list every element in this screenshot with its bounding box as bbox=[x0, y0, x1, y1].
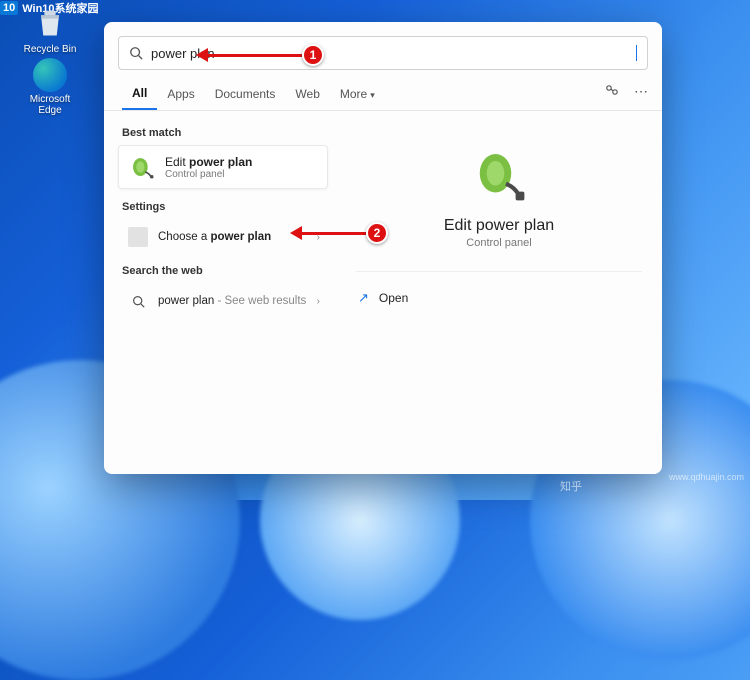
annotation-arrow bbox=[300, 232, 366, 235]
open-icon: ↗ bbox=[358, 290, 369, 306]
preview-subtitle: Control panel bbox=[356, 237, 642, 249]
section-best-match: Best match bbox=[122, 127, 324, 139]
power-plan-icon bbox=[471, 147, 527, 203]
tab-all[interactable]: All bbox=[122, 78, 157, 110]
result-web-search[interactable]: power plan - See web results › bbox=[118, 283, 328, 319]
win10-logo-icon: 10 bbox=[0, 1, 18, 15]
watermark-zhihu: 知乎 bbox=[560, 478, 582, 494]
best-match-result[interactable]: Edit power plan Control panel bbox=[118, 145, 328, 189]
result-label: Choose a power plan bbox=[158, 231, 271, 243]
search-icon bbox=[129, 46, 143, 60]
chevron-down-icon: ▾ bbox=[370, 90, 375, 100]
section-search-web: Search the web bbox=[122, 265, 324, 277]
text-caret bbox=[636, 45, 637, 61]
search-options-icon[interactable] bbox=[604, 82, 620, 101]
desktop-icon-edge[interactable]: Microsoft Edge bbox=[18, 58, 82, 116]
best-match-subtitle: Control panel bbox=[165, 169, 252, 180]
best-match-title: Edit power plan bbox=[165, 155, 252, 169]
search-input[interactable] bbox=[151, 46, 635, 61]
search-icon bbox=[128, 291, 148, 311]
preview-title: Edit power plan bbox=[356, 217, 642, 235]
results-preview-pane: Edit power plan Control panel ↗ Open bbox=[336, 111, 662, 474]
tab-documents[interactable]: Documents bbox=[205, 79, 286, 109]
recycle-bin-icon bbox=[30, 2, 70, 42]
divider bbox=[356, 271, 642, 272]
edge-icon bbox=[33, 58, 67, 92]
tab-more[interactable]: More▾ bbox=[330, 79, 385, 109]
desktop-icon-recycle-bin[interactable]: Recycle Bin bbox=[18, 2, 82, 55]
preview-open-label: Open bbox=[379, 291, 408, 305]
annotation-badge-1: 1 bbox=[302, 44, 324, 66]
annotation-badge-2: 2 bbox=[366, 222, 388, 244]
desktop-icon-label: Recycle Bin bbox=[18, 44, 82, 55]
filter-tabs: All Apps Documents Web More▾ ⋯ bbox=[104, 78, 662, 111]
more-options-icon[interactable]: ⋯ bbox=[634, 83, 648, 100]
result-label: power plan - See web results bbox=[158, 295, 306, 307]
results-left-pane: Best match Edit power plan Control panel… bbox=[104, 111, 336, 474]
power-plan-icon bbox=[129, 154, 155, 180]
chevron-right-icon: › bbox=[317, 296, 320, 307]
start-search-flyout: All Apps Documents Web More▾ ⋯ Best matc… bbox=[104, 22, 662, 474]
watermark-url: www.qdhuajin.com bbox=[669, 472, 744, 482]
watermark-win10: 10 Win10系统家园 bbox=[0, 0, 750, 16]
tab-apps[interactable]: Apps bbox=[157, 79, 204, 109]
desktop-icon-label: Microsoft Edge bbox=[18, 94, 82, 116]
annotation-arrow bbox=[206, 54, 302, 57]
settings-item-icon bbox=[128, 227, 148, 247]
section-settings: Settings bbox=[122, 201, 324, 213]
preview-open-action[interactable]: ↗ Open bbox=[356, 286, 642, 310]
tab-web[interactable]: Web bbox=[285, 79, 329, 109]
